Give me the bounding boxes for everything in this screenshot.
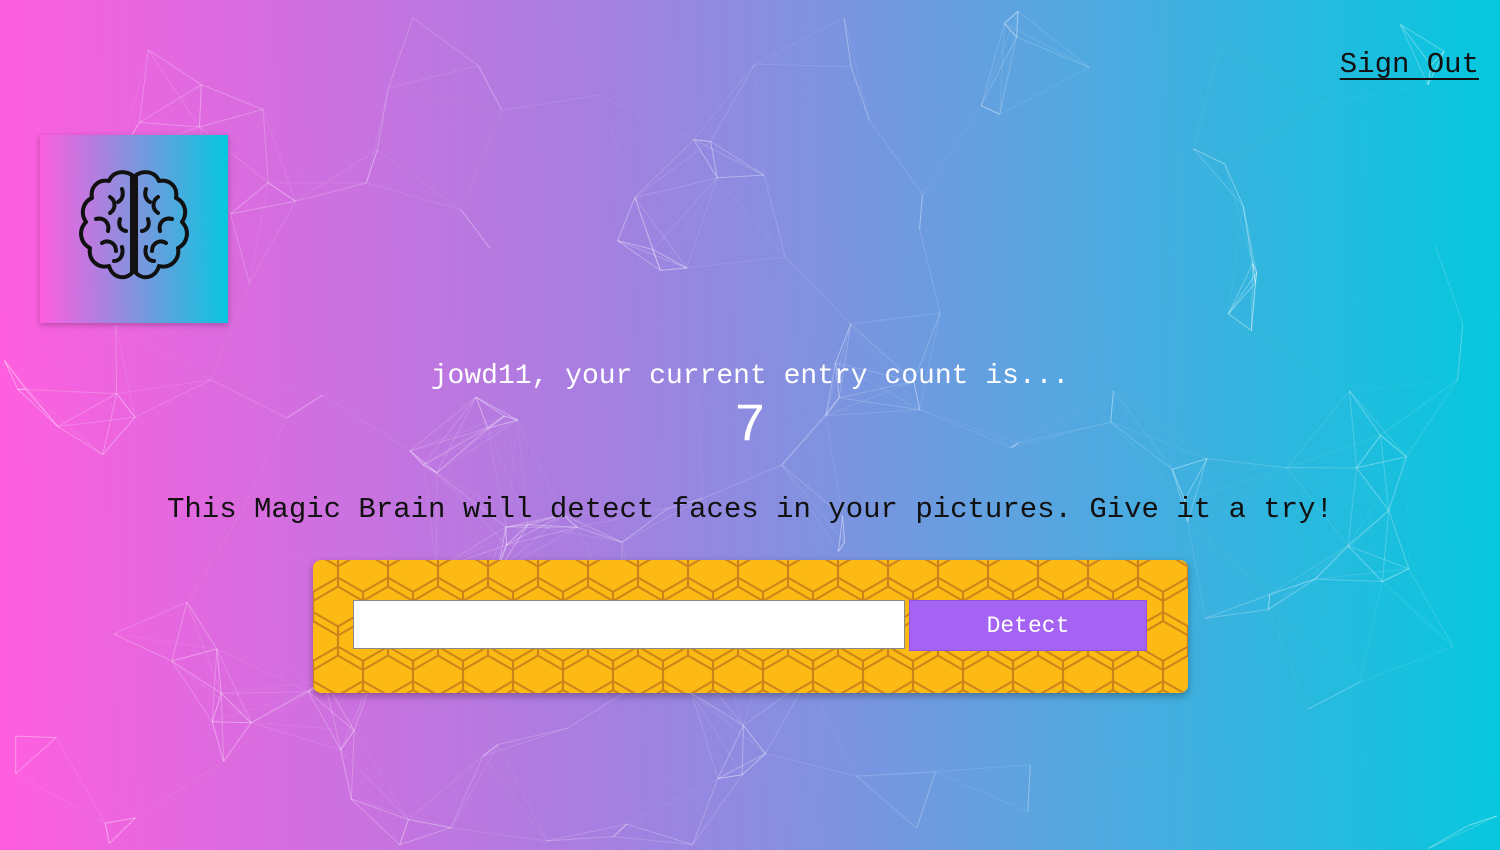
entry-count: 7 [733, 396, 767, 457]
brain-icon [74, 167, 194, 292]
sign-out-link[interactable]: Sign Out [1340, 48, 1479, 81]
intro-text: This Magic Brain will detect faces in yo… [167, 493, 1333, 526]
detect-button[interactable]: Detect [909, 600, 1147, 651]
logo [40, 135, 228, 323]
rank-message: jowd11, your current entry count is... [430, 361, 1070, 392]
image-link-form: Detect [313, 560, 1188, 693]
image-url-input[interactable] [353, 600, 905, 649]
rank-section: jowd11, your current entry count is... 7 [0, 357, 1500, 457]
